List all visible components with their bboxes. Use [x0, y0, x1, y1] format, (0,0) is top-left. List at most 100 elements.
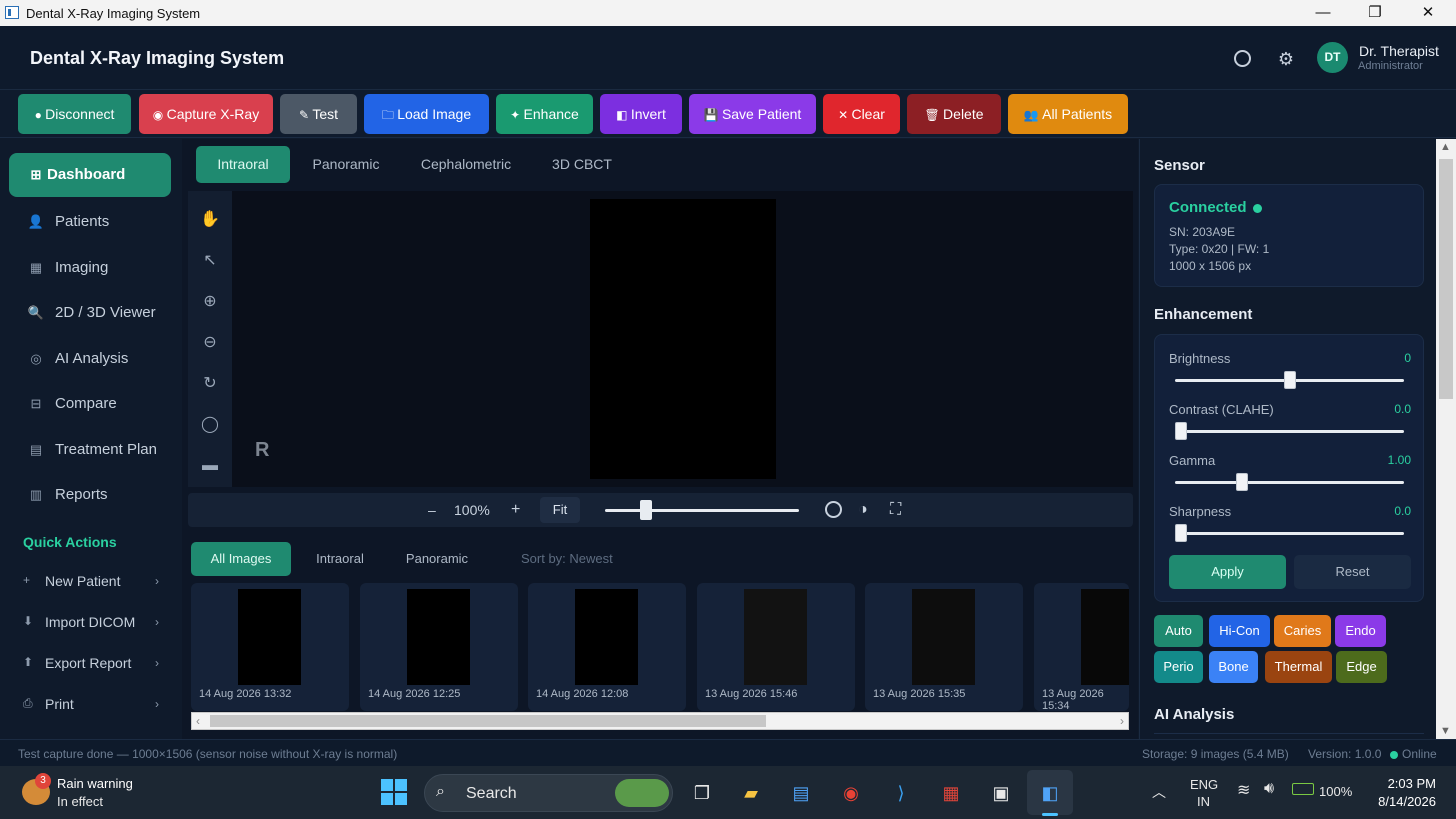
sidebar-item-compare[interactable]: ⊟ Compare	[9, 382, 171, 426]
zoom-in-button[interactable]: +	[511, 493, 520, 527]
all-patients-button[interactable]: 👥 All Patients	[1008, 94, 1128, 134]
brightness-slider[interactable]	[1175, 371, 1404, 389]
scroll-right-arrow-icon[interactable]: ›	[1120, 713, 1124, 729]
circle-tool-icon[interactable]	[825, 501, 842, 518]
scrollbar-thumb[interactable]	[1439, 159, 1453, 399]
clock-date[interactable]: 8/14/2026	[1366, 794, 1436, 809]
zoom-out-icon[interactable]: ⊖	[198, 331, 222, 355]
zoom-slider-thumb[interactable]	[640, 500, 652, 520]
sharpness-slider[interactable]	[1175, 524, 1404, 542]
zoom-out-button[interactable]: –	[428, 493, 436, 527]
enhance-button[interactable]: ✦ Enhance	[496, 94, 593, 134]
gallery-thumbnail[interactable]: 14 Aug 2026 12:25	[360, 583, 518, 711]
scrollbar-thumb[interactable]	[210, 715, 766, 727]
sidebar-item-reports[interactable]: ▥ Reports	[9, 473, 171, 517]
contrast-slider[interactable]	[1175, 422, 1404, 440]
wifi-icon[interactable]: ≋	[1237, 780, 1250, 800]
pointer-arrow-icon[interactable]: ↖	[198, 249, 222, 273]
gallery-tab-intraoral[interactable]: Intraoral	[303, 542, 377, 576]
preset-hi-con-button[interactable]: Hi-Con	[1209, 615, 1270, 647]
gamma-slider[interactable]	[1175, 473, 1404, 491]
sharpness-slider-thumb[interactable]	[1175, 524, 1187, 542]
gallery-thumbnail[interactable]: 13 Aug 2026 15:34	[1034, 583, 1129, 711]
right-panel-scrollbar[interactable]: ▲ ▼	[1436, 139, 1456, 739]
brightness-slider-thumb[interactable]	[1284, 371, 1296, 389]
preset-perio-button[interactable]: Perio	[1154, 651, 1203, 683]
sidebar-item-treatment-plan[interactable]: ▤ Treatment Plan	[9, 428, 171, 472]
maximize-button[interactable]: ❐	[1352, 0, 1398, 26]
avatar[interactable]: DT	[1317, 42, 1348, 73]
quick-action-export-report[interactable]: ⬆ Export Report ›	[23, 655, 163, 677]
tab-panoramic[interactable]: Panoramic	[300, 146, 392, 183]
quick-action-import-dicom[interactable]: ⬇ Import DICOM ›	[23, 614, 163, 636]
language-line2[interactable]: IN	[1197, 794, 1210, 809]
pan-hand-icon[interactable]: ✋	[198, 208, 222, 232]
tab-cephalometric[interactable]: Cephalometric	[410, 146, 522, 183]
invert-button[interactable]: ◧ Invert	[600, 94, 682, 134]
settings-gear-icon[interactable]: ⚙	[1275, 48, 1297, 70]
fullscreen-icon[interactable]: ⛶	[890, 493, 901, 527]
clear-button[interactable]: ✕ Clear	[823, 94, 900, 134]
minimize-button[interactable]: —	[1300, 0, 1346, 26]
preset-auto-button[interactable]: Auto	[1154, 615, 1203, 647]
scroll-up-arrow-icon[interactable]: ▲	[1440, 141, 1451, 153]
app-grid-icon[interactable]: ▦	[937, 780, 965, 806]
theme-toggle-icon[interactable]	[1234, 50, 1251, 67]
zoom-slider[interactable]	[605, 500, 799, 520]
sidebar-item-viewer[interactable]: 🔍 2D / 3D Viewer	[9, 291, 171, 335]
gallery-thumbnail[interactable]: 14 Aug 2026 13:32	[191, 583, 349, 711]
gallery-tab-all[interactable]: All Images	[191, 542, 291, 576]
save-patient-button[interactable]: 💾 Save Patient	[689, 94, 816, 134]
xray-image[interactable]	[590, 199, 776, 479]
zoom-in-icon[interactable]: ⊕	[198, 290, 222, 314]
chrome-icon[interactable]: ◉	[837, 780, 865, 806]
sidebar-item-ai-analysis[interactable]: ◎ AI Analysis	[9, 337, 171, 381]
contrast-slider-thumb[interactable]	[1175, 422, 1187, 440]
load-image-button[interactable]: 🗀 Load Image	[364, 94, 489, 134]
capture-xray-button[interactable]: ◉ Capture X-Ray	[139, 94, 273, 134]
reset-button[interactable]: Reset	[1294, 555, 1411, 589]
tab-3d-cbct[interactable]: 3D CBCT	[540, 146, 624, 183]
task-view-icon[interactable]: ❐	[688, 780, 716, 806]
gallery-thumbnail[interactable]: 13 Aug 2026 15:35	[865, 583, 1023, 711]
quick-action-print[interactable]: ⎙ Print ›	[23, 696, 163, 718]
test-button[interactable]: ✎ Test	[280, 94, 357, 134]
preset-edge-button[interactable]: Edge	[1336, 651, 1387, 683]
preset-caries-button[interactable]: Caries	[1274, 615, 1331, 647]
weather-line2[interactable]: In effect	[57, 794, 103, 809]
gallery-tab-panoramic[interactable]: Panoramic	[394, 542, 480, 576]
preset-bone-button[interactable]: Bone	[1209, 651, 1258, 683]
circle-measure-icon[interactable]: ◯	[198, 413, 222, 437]
window-level-icon[interactable]: ▬	[198, 454, 222, 478]
scroll-left-arrow-icon[interactable]: ‹	[196, 713, 200, 729]
taskbar-search[interactable]: ⌕ Search	[424, 774, 673, 812]
rotate-icon[interactable]: ↻	[198, 372, 222, 396]
windows-start-icon[interactable]	[381, 779, 407, 805]
dental-app-icon[interactable]: ◧	[1036, 780, 1064, 806]
sidebar-item-dashboard[interactable]: ⊞ Dashboard	[9, 153, 171, 197]
image-viewer[interactable]: ✋ ↖ ⊕ ⊖ ↻ ◯ ▬ R	[188, 191, 1133, 487]
disconnect-button[interactable]: ● Disconnect	[18, 94, 131, 134]
gallery-thumbnail[interactable]: 13 Aug 2026 15:46	[697, 583, 855, 711]
file-explorer-icon[interactable]: ▰	[737, 780, 765, 806]
close-window-button[interactable]: ✕	[1405, 0, 1451, 26]
tab-intraoral[interactable]: Intraoral	[196, 146, 290, 183]
preset-thermal-button[interactable]: Thermal	[1265, 651, 1332, 683]
contrast-icon[interactable]: ◑	[858, 493, 868, 527]
volume-icon[interactable]: 🔊︎	[1264, 780, 1274, 798]
sidebar-item-patients[interactable]: 👤 Patients	[9, 200, 171, 244]
gamma-slider-thumb[interactable]	[1236, 473, 1248, 491]
preset-endo-button[interactable]: Endo	[1335, 615, 1386, 647]
quick-action-new-patient[interactable]: + New Patient ›	[23, 573, 163, 595]
sidebar-item-imaging[interactable]: ▦ Imaging	[9, 246, 171, 290]
vscode-icon[interactable]: ⟩	[887, 780, 915, 806]
apply-button[interactable]: Apply	[1169, 555, 1286, 589]
battery-icon[interactable]	[1292, 783, 1314, 795]
fit-button[interactable]: Fit	[540, 497, 580, 523]
delete-button[interactable]: 🗑 Delete	[907, 94, 1001, 134]
show-hidden-icons-chevron-icon[interactable]: ︿	[1152, 782, 1166, 802]
notepad-icon[interactable]: ▤	[787, 780, 815, 806]
sort-selector[interactable]: Sort by: Newest	[521, 551, 613, 566]
language-line1[interactable]: ENG	[1190, 777, 1218, 792]
terminal-icon[interactable]: ▣	[987, 780, 1015, 806]
